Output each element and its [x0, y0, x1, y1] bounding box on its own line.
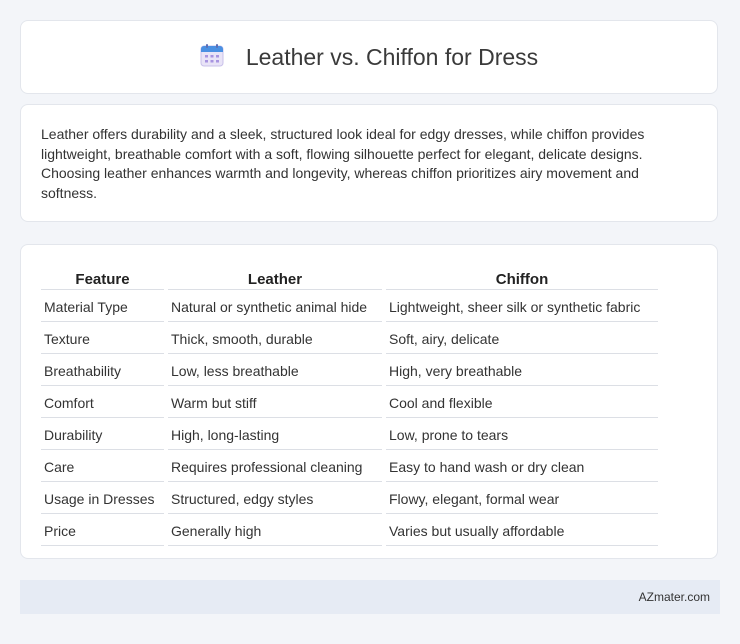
summary-card: Leather offers durability and a sleek, s…	[20, 104, 718, 222]
leather-cell: Natural or synthetic animal hide	[168, 292, 382, 322]
chiffon-cell: Soft, airy, delicate	[386, 324, 658, 354]
header-chiffon: Chiffon	[386, 265, 658, 290]
feature-cell: Texture	[41, 324, 164, 354]
leather-cell: Low, less breathable	[168, 356, 382, 386]
table-row: Care Requires professional cleaning Easy…	[41, 452, 658, 482]
chiffon-cell: High, very breathable	[386, 356, 658, 386]
feature-cell: Comfort	[41, 388, 164, 418]
chiffon-cell: Lightweight, sheer silk or synthetic fab…	[386, 292, 658, 322]
table-header-row: Feature Leather Chiffon	[41, 265, 658, 290]
table-row: Price Generally high Varies but usually …	[41, 516, 658, 546]
feature-cell: Usage in Dresses	[41, 484, 164, 514]
feature-cell: Durability	[41, 420, 164, 450]
chiffon-cell: Easy to hand wash or dry clean	[386, 452, 658, 482]
leather-cell: Generally high	[168, 516, 382, 546]
feature-cell: Breathability	[41, 356, 164, 386]
chiffon-cell: Flowy, elegant, formal wear	[386, 484, 658, 514]
summary-text: Leather offers durability and a sleek, s…	[41, 126, 645, 201]
footer-brand: AZmater.com	[638, 590, 710, 604]
leather-cell: Warm but stiff	[168, 388, 382, 418]
comparison-table: Feature Leather Chiffon Material Type Na…	[37, 263, 662, 548]
table-row: Comfort Warm but stiff Cool and flexible	[41, 388, 658, 418]
leather-cell: Requires professional cleaning	[168, 452, 382, 482]
chiffon-cell: Cool and flexible	[386, 388, 658, 418]
feature-cell: Material Type	[41, 292, 164, 322]
header-card: Leather vs. Chiffon for Dress	[20, 20, 718, 94]
title-wrap: Leather vs. Chiffon for Dress	[200, 43, 538, 72]
table-row: Texture Thick, smooth, durable Soft, air…	[41, 324, 658, 354]
leather-cell: High, long-lasting	[168, 420, 382, 450]
feature-cell: Care	[41, 452, 164, 482]
chiffon-cell: Low, prone to tears	[386, 420, 658, 450]
footer-bar: AZmater.com	[20, 580, 720, 614]
table-row: Usage in Dresses Structured, edgy styles…	[41, 484, 658, 514]
table-row: Material Type Natural or synthetic anima…	[41, 292, 658, 322]
page-title: Leather vs. Chiffon for Dress	[245, 43, 539, 70]
table-row: Durability High, long-lasting Low, prone…	[41, 420, 658, 450]
leather-cell: Thick, smooth, durable	[168, 324, 382, 354]
calendar-icon	[200, 43, 224, 72]
table-row: Breathability Low, less breathable High,…	[41, 356, 658, 386]
comparison-table-card: Feature Leather Chiffon Material Type Na…	[20, 244, 718, 559]
header-leather: Leather	[168, 265, 382, 290]
chiffon-cell: Varies but usually affordable	[386, 516, 658, 546]
leather-cell: Structured, edgy styles	[168, 484, 382, 514]
header-feature: Feature	[41, 265, 164, 290]
feature-cell: Price	[41, 516, 164, 546]
